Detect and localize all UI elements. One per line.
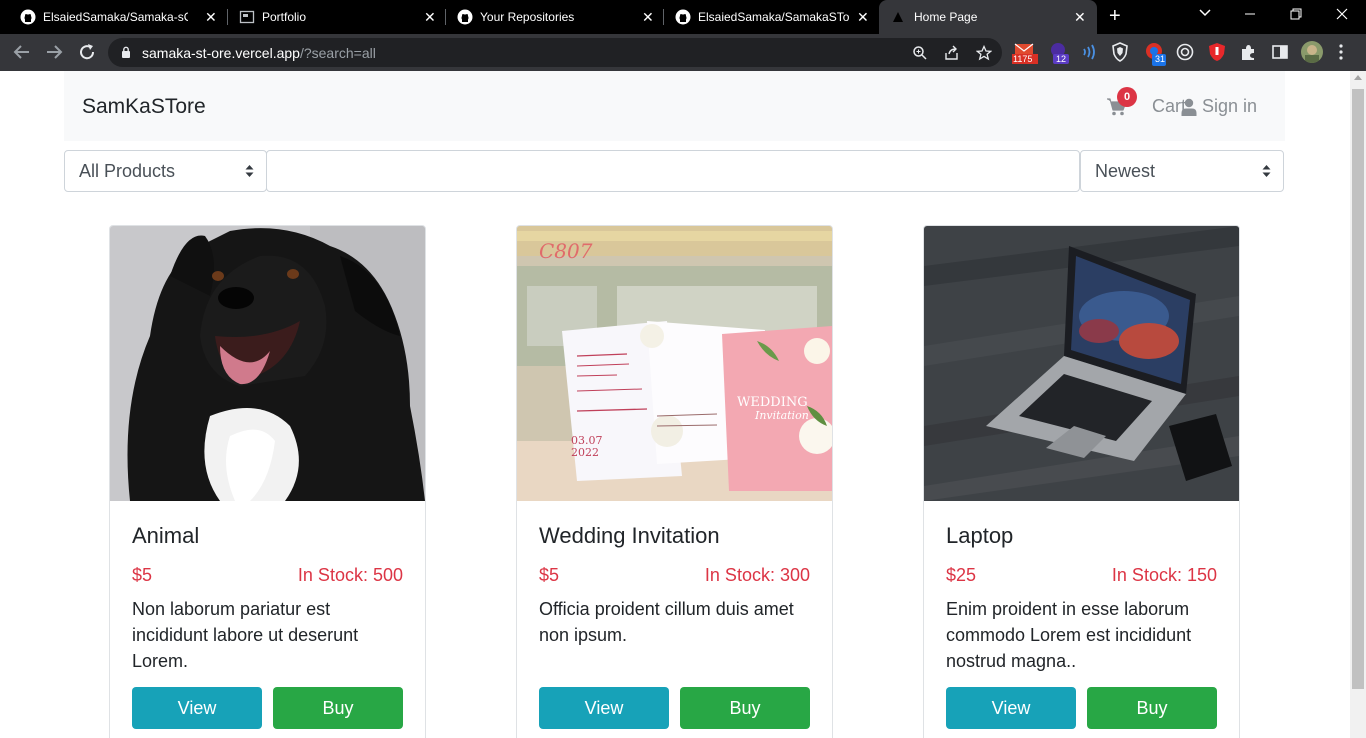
kebab-menu-icon[interactable] — [1338, 43, 1358, 63]
product-card: C807 03.07 2022 WEDDING Invitation Weddi… — [516, 225, 833, 738]
brand-link[interactable]: SamKaSTore — [82, 95, 206, 119]
product-image-wedding-invitation: C807 03.07 2022 WEDDING Invitation — [517, 226, 832, 501]
filter-bar: All Products Newest — [64, 150, 1284, 192]
bookmark-star-icon[interactable] — [976, 45, 992, 61]
restore-icon[interactable] — [1290, 7, 1302, 23]
product-title: Animal — [132, 523, 200, 548]
cart-count-badge: 0 — [1117, 87, 1137, 107]
forward-icon[interactable] — [44, 42, 64, 66]
buy-button[interactable]: Buy — [680, 687, 810, 729]
product-price: $5 — [132, 565, 153, 585]
category-select[interactable]: All Products — [64, 150, 267, 192]
search-input[interactable] — [266, 150, 1080, 192]
shield-icon[interactable] — [1111, 42, 1131, 62]
target-icon[interactable] — [1176, 43, 1196, 63]
sort-select[interactable]: Newest — [1080, 150, 1284, 192]
product-card: Animal $5 In Stock: 500 Non laborum pari… — [109, 225, 426, 738]
buy-button[interactable]: Buy — [1087, 687, 1217, 729]
image-text-code: C807 — [539, 239, 593, 263]
page-scrollbar[interactable] — [1350, 71, 1366, 738]
product-description: Enim proident in esse laborum commodo Lo… — [946, 599, 1192, 671]
tab-search-icon[interactable] — [1198, 5, 1212, 22]
cart-link[interactable]: 0 Cart — [1107, 87, 1186, 117]
tab-home-page[interactable]: Home Page ✕ — [879, 0, 1097, 34]
address-bar[interactable]: samaka-st-ore.vercel.app/?search=all — [108, 38, 1002, 67]
product-price: $25 — [946, 565, 977, 585]
minimize-icon[interactable] — [1244, 6, 1256, 23]
github-icon — [457, 9, 473, 25]
vercel-icon — [893, 12, 903, 22]
select-caret-icon — [1262, 165, 1271, 177]
page-content: SamKaSTore 0 Cart Sign in All Products N… — [0, 71, 1350, 738]
close-window-icon[interactable] — [1336, 7, 1348, 23]
tab-title: Your Repositories — [480, 10, 575, 24]
tab-samaka-soffi[interactable]: ElsaiedSamaka/Samaka-sOFFi ✕ — [8, 0, 226, 34]
close-icon[interactable]: ✕ — [1074, 9, 1086, 25]
red-shield-icon[interactable] — [1207, 42, 1227, 62]
mail-badge: 1175 — [1013, 54, 1033, 64]
tab-title: ElsaiedSamaka/Samaka-sOFFi — [43, 10, 188, 24]
product-card: Laptop $25 In Stock: 150 Enim proident i… — [923, 225, 1240, 738]
github-icon — [675, 9, 691, 25]
product-title: Wedding Invitation — [539, 523, 720, 548]
puzzle-extensions-icon[interactable] — [1239, 43, 1259, 63]
tab-title: Portfolio — [262, 10, 307, 24]
view-button[interactable]: View — [946, 687, 1076, 729]
purple-extension-icon[interactable]: 12 — [1049, 42, 1071, 64]
image-text-date-b: 2022 — [571, 446, 599, 459]
sort-value: Newest — [1095, 161, 1156, 181]
avatar[interactable] — [1301, 41, 1323, 63]
product-stock: In Stock: 500 — [297, 565, 403, 585]
sign-in-label: Sign in — [1202, 96, 1258, 116]
image-text-card-script: Invitation — [754, 409, 809, 422]
tab-your-repositories[interactable]: Your Repositories ✕ — [445, 0, 663, 34]
category-value: All Products — [79, 161, 176, 181]
url-host: samaka-st-ore.vercel.app — [142, 45, 300, 61]
back-icon[interactable] — [12, 42, 32, 66]
product-image-dog — [110, 226, 425, 501]
close-icon[interactable]: ✕ — [857, 9, 869, 25]
product-stock: In Stock: 300 — [704, 565, 810, 585]
user-icon — [1181, 98, 1197, 116]
mail-extension-icon[interactable]: 1175 — [1012, 42, 1038, 64]
view-button[interactable]: View — [132, 687, 262, 729]
browser-tab-bar: ElsaiedSamaka/Samaka-sOFFi ✕ Portfolio ✕… — [0, 0, 1366, 34]
calendar-extension-icon[interactable]: 31 — [1144, 42, 1168, 66]
select-caret-icon — [245, 165, 254, 177]
sign-in-link[interactable]: Sign in — [1181, 96, 1257, 117]
tab-portfolio[interactable]: Portfolio ✕ — [227, 0, 445, 34]
page-icon — [239, 10, 255, 24]
product-description: Non laborum pariatur est incididunt labo… — [132, 599, 359, 671]
tab-title: ElsaiedSamaka/SamakaSTore — [698, 10, 850, 24]
tab-title: Home Page — [914, 10, 978, 24]
url-path: /?search=all — [299, 45, 376, 61]
tab-samakastore[interactable]: ElsaiedSamaka/SamakaSTore ✕ — [663, 0, 878, 34]
image-text-card-word: WEDDING — [737, 395, 808, 410]
share-icon[interactable] — [944, 45, 960, 61]
scrollbar-thumb[interactable] — [1352, 89, 1364, 689]
buy-button[interactable]: Buy — [273, 687, 403, 729]
product-price: $5 — [539, 565, 560, 585]
product-title: Laptop — [946, 523, 1014, 548]
github-icon — [20, 9, 36, 25]
audio-wave-icon[interactable] — [1081, 43, 1101, 63]
new-tab-icon[interactable]: + — [1109, 6, 1121, 26]
close-icon[interactable]: ✕ — [642, 9, 654, 25]
close-icon[interactable]: ✕ — [424, 9, 436, 25]
url-text[interactable]: samaka-st-ore.vercel.app/?search=all — [142, 45, 376, 61]
zoom-icon[interactable] — [912, 45, 928, 61]
calendar-badge: 31 — [1155, 54, 1166, 64]
reload-icon[interactable] — [77, 42, 97, 66]
purple-badge: 12 — [1056, 54, 1067, 64]
store-navbar: SamKaSTore 0 Cart Sign in — [64, 71, 1285, 141]
close-icon[interactable]: ✕ — [205, 9, 217, 25]
browser-toolbar: samaka-st-ore.vercel.app/?search=all 117… — [0, 34, 1366, 71]
product-image-laptop — [924, 226, 1239, 501]
product-stock: In Stock: 150 — [1111, 565, 1217, 585]
view-button[interactable]: View — [539, 687, 669, 729]
side-panel-icon[interactable] — [1271, 43, 1291, 63]
product-description: Officia proident cillum duis amet non ip… — [539, 599, 794, 645]
scroll-up-arrow-icon[interactable] — [1354, 75, 1362, 80]
lock-icon[interactable] — [121, 46, 131, 59]
